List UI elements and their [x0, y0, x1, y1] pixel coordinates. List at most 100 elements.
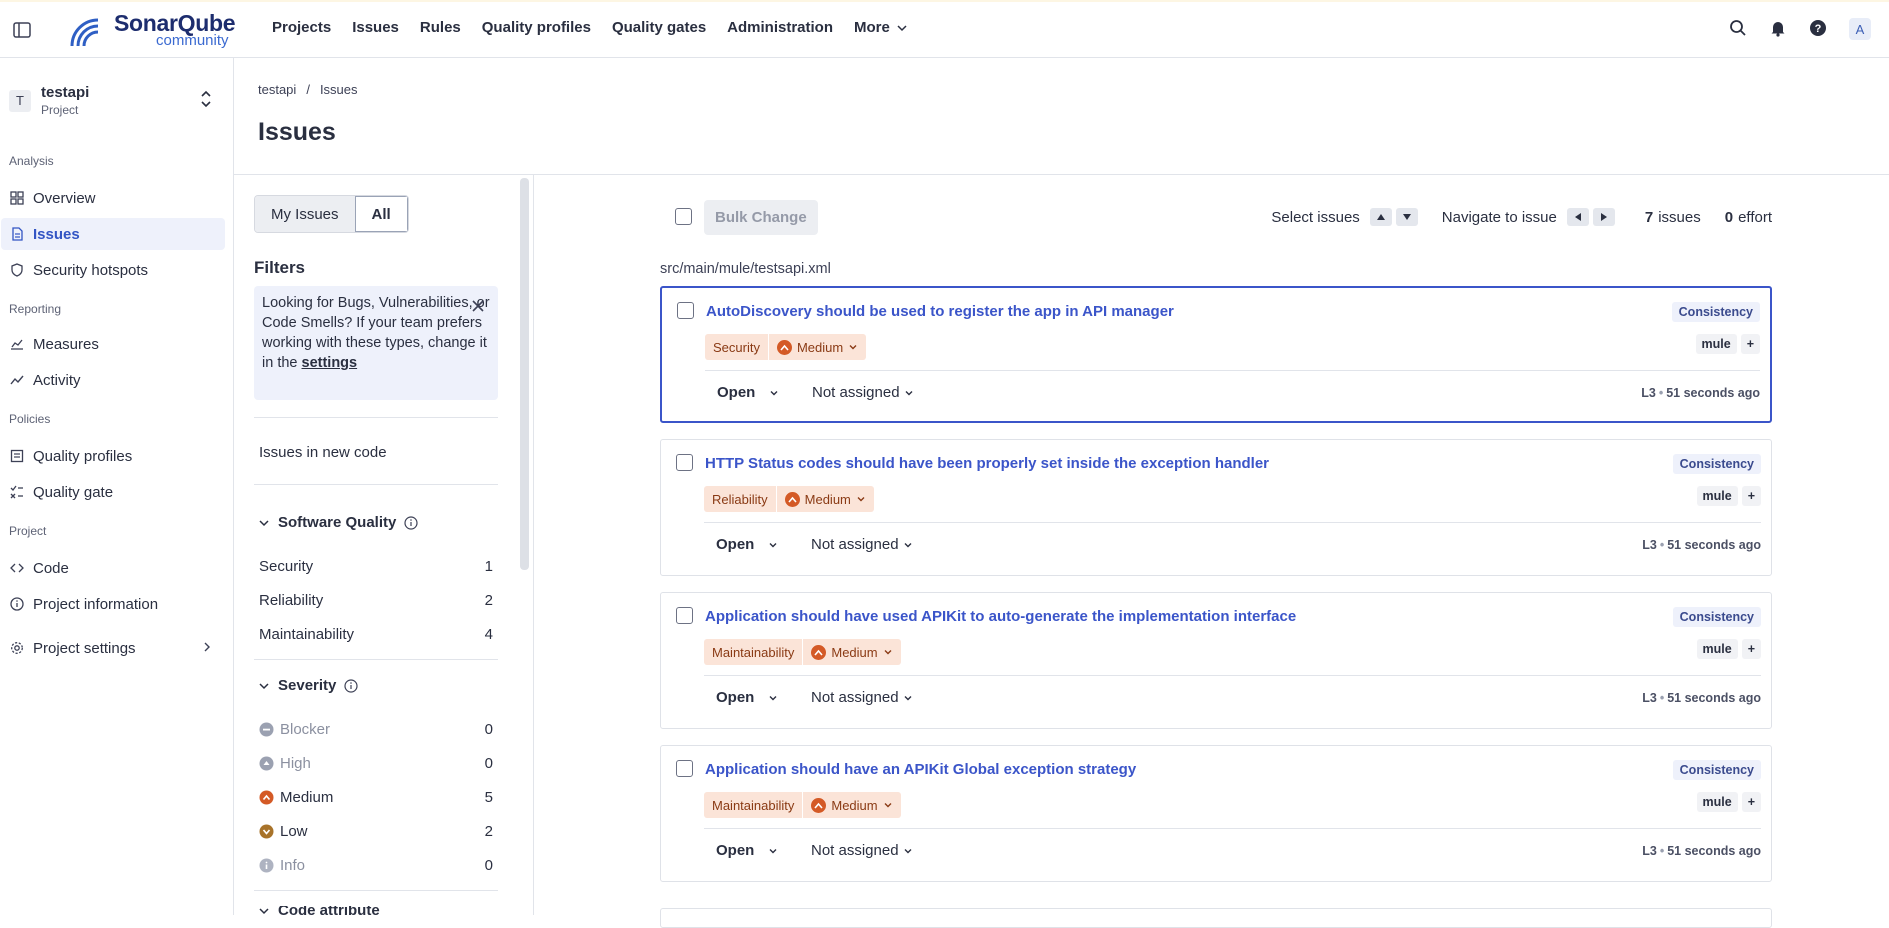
issue-title[interactable]: AutoDiscovery should be used to register…: [706, 303, 1174, 320]
facet-row-medium[interactable]: Medium 5: [259, 789, 493, 806]
severity-dropdown[interactable]: Medium: [776, 486, 874, 512]
add-tag-button[interactable]: +: [1741, 639, 1761, 659]
my-issues-button[interactable]: My Issues: [255, 196, 355, 232]
issue-card[interactable]: HTTP Status codes should have been prope…: [660, 439, 1772, 576]
add-tag-button[interactable]: +: [1740, 334, 1760, 354]
severity-dropdown[interactable]: Medium: [768, 334, 867, 360]
project-selector[interactable]: T testapi Project: [9, 84, 219, 117]
issue-status-dropdown[interactable]: Open: [716, 842, 778, 859]
nav-quality-profiles[interactable]: Quality profiles: [482, 19, 591, 36]
clean-code-attribute-badge[interactable]: Consistency: [1672, 760, 1761, 780]
tag-badge[interactable]: mule: [1695, 334, 1737, 354]
facet-row-low[interactable]: Low 2: [259, 823, 493, 840]
tag-badge[interactable]: mule: [1696, 792, 1738, 812]
clean-code-attribute-badge[interactable]: Consistency: [1672, 607, 1761, 627]
issue-time[interactable]: 51 seconds ago: [1667, 691, 1761, 705]
issue-line[interactable]: L3: [1642, 691, 1657, 705]
issue-assignee-dropdown[interactable]: Not assigned: [811, 536, 913, 553]
software-quality-impact[interactable]: Maintainability Medium: [704, 639, 901, 665]
sidebar-item-quality-profiles[interactable]: Quality profiles: [1, 440, 225, 472]
issues-in-new-code-filter[interactable]: Issues in new code: [259, 444, 387, 461]
sidebar-item-code[interactable]: Code: [1, 552, 225, 584]
add-tag-button[interactable]: +: [1741, 792, 1761, 812]
search-icon[interactable]: [1729, 19, 1747, 40]
select-all-checkbox[interactable]: [675, 208, 692, 225]
issue-time[interactable]: 51 seconds ago: [1667, 844, 1761, 858]
software-quality-impact[interactable]: Maintainability Medium: [704, 792, 901, 818]
sidebar-item-quality-gate[interactable]: Quality gate: [1, 476, 225, 508]
close-icon[interactable]: [472, 300, 484, 315]
issue-card-partial[interactable]: [660, 908, 1772, 928]
sidebar-item-overview[interactable]: Overview: [1, 182, 225, 214]
sidebar-item-measures[interactable]: Measures: [1, 328, 225, 360]
clean-code-attribute-badge[interactable]: Consistency: [1672, 454, 1761, 474]
issue-meta: L3 • 51 seconds ago: [1642, 691, 1761, 705]
tag-badge[interactable]: mule: [1696, 486, 1738, 506]
software-quality-facet-header[interactable]: Software Quality: [258, 514, 418, 531]
issue-assignee-dropdown[interactable]: Not assigned: [811, 689, 913, 706]
issue-status-dropdown[interactable]: Open: [716, 536, 778, 553]
sidebar-item-project-settings[interactable]: Project settings: [1, 632, 225, 664]
tag-badge[interactable]: mule: [1696, 639, 1738, 659]
issue-line[interactable]: L3: [1642, 844, 1657, 858]
sonarqube-logo[interactable]: SonarQube community: [68, 10, 236, 50]
issue-line[interactable]: L3: [1641, 386, 1656, 400]
software-quality-impact[interactable]: Reliability Medium: [704, 486, 874, 512]
issue-time[interactable]: 51 seconds ago: [1667, 538, 1761, 552]
issue-line[interactable]: L3: [1642, 538, 1657, 552]
facet-row-blocker[interactable]: Blocker 0: [259, 721, 493, 738]
issue-assignee-dropdown[interactable]: Not assigned: [812, 384, 914, 401]
issue-status-dropdown[interactable]: Open: [717, 384, 779, 401]
all-issues-button[interactable]: All: [354, 196, 408, 232]
blocker-severity-icon: [259, 722, 274, 737]
nav-issues[interactable]: Issues: [352, 19, 399, 36]
issue-checkbox[interactable]: [676, 454, 693, 471]
issue-card[interactable]: AutoDiscovery should be used to register…: [660, 286, 1772, 423]
chevron-down-icon: [259, 682, 269, 689]
notice-settings-link[interactable]: settings: [302, 355, 358, 371]
issue-status-dropdown[interactable]: Open: [716, 689, 778, 706]
severity-dropdown[interactable]: Medium: [803, 792, 901, 818]
sidebar-item-label: Project information: [33, 595, 159, 613]
sidebar-item-activity[interactable]: Activity: [1, 364, 225, 396]
svg-text:?: ?: [1815, 23, 1822, 35]
filters-scrollbar[interactable]: [520, 178, 529, 570]
clean-code-attribute-badge[interactable]: Consistency: [1671, 302, 1760, 322]
facet-row-maintainability[interactable]: Maintainability 4: [259, 626, 493, 643]
issue-title[interactable]: Application should have used APIKit to a…: [705, 608, 1296, 625]
sidebar-toggle-icon[interactable]: [12, 20, 32, 40]
nav-quality-gates[interactable]: Quality gates: [612, 19, 706, 36]
issue-title[interactable]: Application should have an APIKit Global…: [705, 761, 1136, 778]
nav-more[interactable]: More: [854, 19, 908, 36]
issue-time[interactable]: 51 seconds ago: [1666, 386, 1760, 400]
info-icon[interactable]: [344, 678, 358, 693]
nav-rules[interactable]: Rules: [420, 19, 461, 36]
facet-row-security[interactable]: Security 1: [259, 558, 493, 575]
issue-title[interactable]: HTTP Status codes should have been prope…: [705, 455, 1269, 472]
software-quality-impact[interactable]: Security Medium: [705, 334, 867, 360]
code-attribute-facet-header[interactable]: Code attribute: [258, 906, 380, 915]
issue-assignee-dropdown[interactable]: Not assigned: [811, 842, 913, 859]
issue-card[interactable]: Application should have an APIKit Global…: [660, 745, 1772, 882]
bulk-change-button[interactable]: Bulk Change: [704, 200, 818, 235]
issue-card[interactable]: Application should have used APIKit to a…: [660, 592, 1772, 729]
nav-administration[interactable]: Administration: [727, 19, 833, 36]
issue-checkbox[interactable]: [676, 760, 693, 777]
breadcrumb-project[interactable]: testapi: [258, 82, 296, 97]
facet-row-high[interactable]: High 0: [259, 755, 493, 772]
nav-projects[interactable]: Projects: [272, 19, 331, 36]
severity-dropdown[interactable]: Medium: [803, 639, 901, 665]
sidebar-item-issues[interactable]: Issues: [1, 218, 225, 250]
add-tag-button[interactable]: +: [1741, 486, 1761, 506]
user-avatar[interactable]: A: [1849, 18, 1871, 40]
severity-facet-header[interactable]: Severity: [258, 677, 358, 694]
issue-checkbox[interactable]: [677, 302, 694, 319]
facet-row-info[interactable]: Info 0: [259, 857, 493, 874]
info-icon[interactable]: [404, 515, 418, 530]
bell-icon[interactable]: [1769, 19, 1787, 40]
issue-checkbox[interactable]: [676, 607, 693, 624]
sidebar-item-security-hotspots[interactable]: Security hotspots: [1, 254, 225, 286]
facet-row-reliability[interactable]: Reliability 2: [259, 592, 493, 609]
help-icon[interactable]: ?: [1809, 19, 1827, 40]
sidebar-item-project-information[interactable]: Project information: [1, 588, 225, 620]
